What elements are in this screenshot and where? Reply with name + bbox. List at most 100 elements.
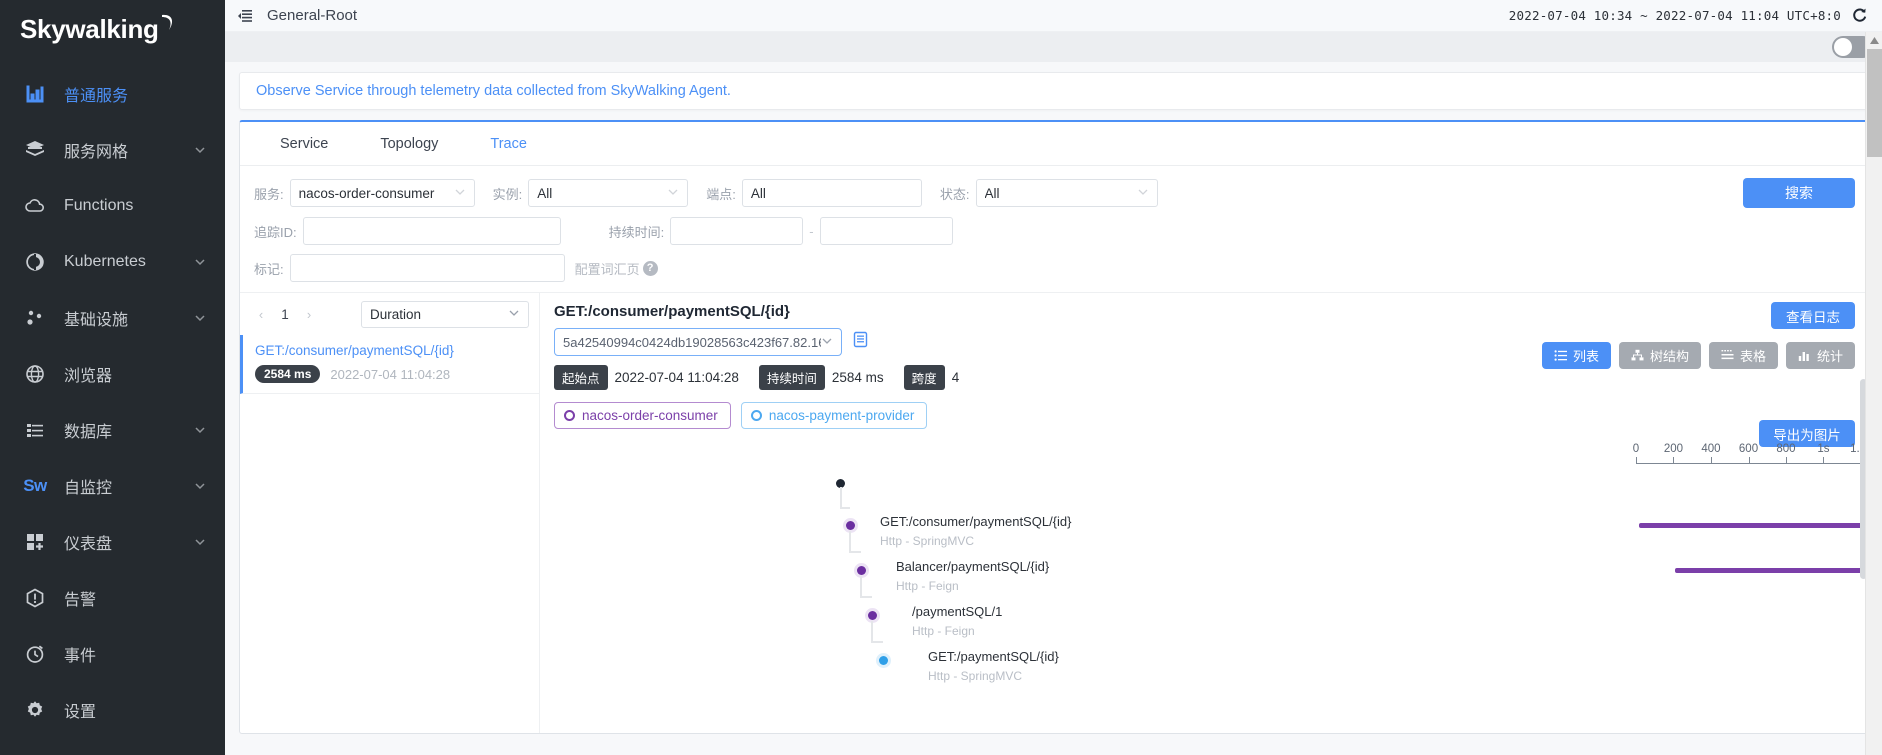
duration-value: 2584 ms [831, 370, 884, 385]
tab-topology[interactable]: Topology [354, 122, 464, 166]
sidebar-item-self-monitoring[interactable]: Sw 自监控 [0, 458, 225, 514]
breadcrumb[interactable]: General-Root [267, 7, 357, 24]
span-row[interactable]: GET:/paymentSQL/{id} Http - SpringMVC [540, 646, 1869, 691]
trace-id-input[interactable] [302, 217, 561, 245]
filter-bar: 服务: nacos-order-consumer 实例: All 端点: All… [240, 166, 1869, 293]
duration-max-input[interactable] [819, 217, 953, 245]
toggle-knob [1834, 38, 1852, 56]
sidebar-item-kubernetes[interactable]: Kubernetes [0, 234, 225, 290]
chevron-down-icon [193, 423, 207, 437]
ruler-tick-label: 400 [1701, 443, 1721, 455]
view-mode-tree-button[interactable]: 树结构 [1618, 342, 1701, 369]
span-dot [868, 611, 877, 620]
tags-filter-label: 标记: [254, 261, 284, 277]
database-icon [22, 417, 48, 443]
timeline-ruler: 0 200 400 600 800 1s 1.2s 1.4s 1.6s 1. [1632, 443, 1869, 464]
sidebar-item-dashboard[interactable]: 仪表盘 [0, 514, 225, 570]
view-mode-stats-button[interactable]: 统计 [1785, 342, 1855, 369]
brand-name: Skywalking [20, 13, 159, 44]
time-range-label[interactable]: 2022-07-04 10:34 ~ 2022-07-04 11:04 UTC+… [1509, 8, 1841, 23]
trace-item-duration: 2584 ms [255, 365, 321, 383]
table-icon [1721, 349, 1734, 362]
start-time-value: 2022-07-04 11:04:28 [614, 370, 739, 385]
endpoint-filter-label: 端点: [706, 186, 736, 202]
view-mode-table-button[interactable]: 表格 [1708, 342, 1778, 369]
view-mode-table-label: 表格 [1739, 349, 1766, 364]
search-button[interactable]: 搜索 [1743, 178, 1855, 208]
service-select[interactable]: nacos-order-consumer [289, 179, 475, 207]
span-connector [860, 596, 872, 598]
span-row[interactable]: Balancer/paymentSQL/{id} Http - Feign [540, 556, 1869, 601]
page-scrollbar[interactable] [1865, 32, 1882, 755]
sidebar-item-infrastructure[interactable]: 基础设施 [0, 290, 225, 346]
sidebar-item-events[interactable]: 事件 [0, 626, 225, 682]
span-row[interactable]: GET:/consumer/paymentSQL/{id} Http - Spr… [540, 511, 1869, 556]
tab-service[interactable]: Service [254, 122, 354, 166]
list-icon [1554, 349, 1567, 362]
gear-icon [22, 697, 48, 723]
sort-select[interactable]: Duration [361, 300, 529, 328]
sidebar-item-database[interactable]: 数据库 [0, 402, 225, 458]
span-row-root[interactable] [540, 477, 1869, 511]
sidebar-item-label: 设置 [64, 704, 97, 721]
span-subtitle: Http - SpringMVC [928, 669, 1023, 683]
brand-logo[interactable]: Skywalking [0, 0, 225, 58]
view-logs-button[interactable]: 查看日志 [1771, 302, 1855, 329]
page-scroll-thumb[interactable] [1867, 49, 1882, 157]
trace-id-value: 5a42540994c0424db19028563c423f67.82.1656… [563, 334, 821, 350]
sidebar-item-general-service[interactable]: 普通服务 [0, 66, 225, 122]
sidebar-item-settings[interactable]: 设置 [0, 682, 225, 738]
ruler-baseline [1636, 463, 1869, 464]
sidebar-item-functions[interactable]: Functions [0, 178, 225, 234]
span-dot [857, 566, 866, 575]
view-mode-list-button[interactable]: 列表 [1541, 342, 1611, 369]
service-chip-provider[interactable]: nacos-payment-provider [740, 402, 928, 429]
span-bar [1675, 568, 1869, 573]
sidebar-item-label: 仪表盘 [64, 536, 113, 553]
sidebar-item-label: 自监控 [64, 480, 113, 497]
tags-help-link[interactable]: 配置词汇页 ? [575, 259, 658, 278]
sidebar-item-label: 事件 [64, 648, 97, 665]
top-bar: General-Root 2022-07-04 10:34 ~ 2022-07-… [225, 0, 1882, 32]
ruler-tick [1823, 457, 1825, 464]
trace-item-meta: 2584 ms 2022-07-04 11:04:28 [255, 365, 527, 383]
instance-filter-label: 实例: [492, 186, 523, 202]
tab-bar: Service Topology Trace [240, 122, 1869, 166]
copy-icon[interactable] [852, 331, 869, 353]
next-page-button[interactable]: › [298, 303, 320, 325]
circle-icon [564, 410, 575, 421]
reload-icon[interactable] [1851, 7, 1868, 24]
view-mode-list-label: 列表 [1572, 349, 1599, 364]
endpoint-input[interactable]: All [741, 179, 922, 207]
ruler-tick-label: 0 [1632, 443, 1640, 455]
span-connector [849, 551, 861, 553]
scroll-up-arrow[interactable] [1866, 32, 1882, 49]
sidebar-item-alarm[interactable]: 告警 [0, 570, 225, 626]
tags-input[interactable] [289, 254, 565, 282]
service-chip-consumer[interactable]: nacos-order-consumer [554, 402, 731, 429]
span-row[interactable]: /paymentSQL/1 Http - Feign [540, 601, 1869, 646]
globe-icon [22, 361, 48, 387]
sidebar-item-label: 基础设施 [64, 312, 129, 329]
page-number[interactable]: 1 [272, 303, 298, 325]
ruler-tick-label: 800 [1776, 443, 1796, 455]
view-mode-stats-label: 统计 [1816, 349, 1843, 364]
chevron-down-icon [193, 479, 207, 493]
chevron-down-icon [193, 535, 207, 549]
collapse-sidebar-icon[interactable] [237, 8, 253, 24]
endpoint-input-value: All [750, 185, 766, 201]
instance-select[interactable]: All [528, 179, 689, 207]
prev-page-button[interactable]: ‹ [250, 303, 272, 325]
sidebar-item-service-mesh[interactable]: 服务网格 [0, 122, 225, 178]
filter-row-2: 追踪ID: 持续时间: - [254, 217, 1855, 245]
moon-icon [160, 13, 176, 38]
duration-min-input[interactable] [670, 217, 804, 245]
trace-id-select[interactable]: 5a42540994c0424db19028563c423f67.82.1656… [554, 328, 842, 356]
tab-trace[interactable]: Trace [464, 122, 553, 166]
status-select[interactable]: All [975, 179, 1158, 207]
span-subtitle: Http - SpringMVC [880, 534, 975, 548]
trace-list-item[interactable]: GET:/consumer/paymentSQL/{id} 2584 ms 20… [240, 335, 539, 394]
sidebar-item-browser[interactable]: 浏览器 [0, 346, 225, 402]
ruler-tick [1785, 457, 1787, 464]
tags-help-label: 配置词汇页 [574, 261, 640, 277]
